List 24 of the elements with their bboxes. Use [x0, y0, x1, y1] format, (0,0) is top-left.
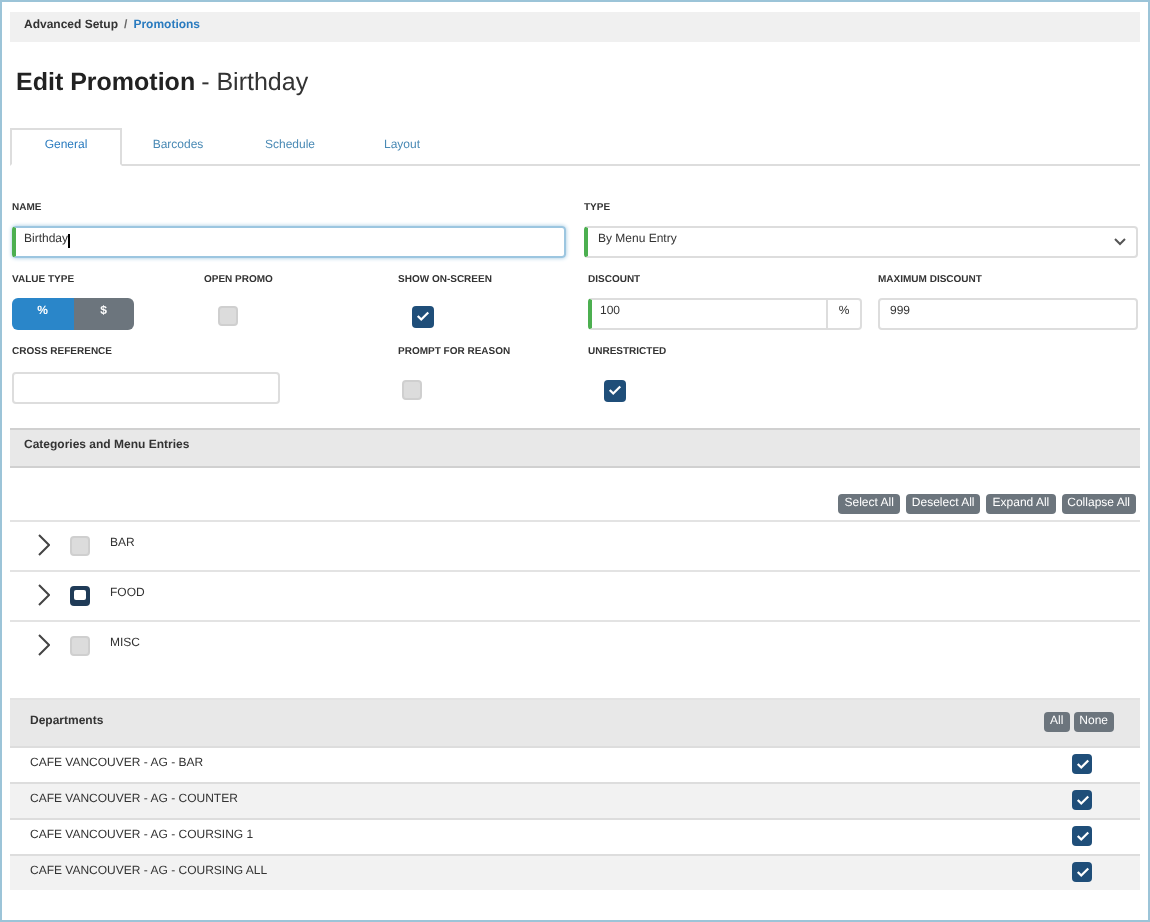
checkmark-icon	[1075, 794, 1089, 806]
checkbox[interactable]	[70, 635, 90, 655]
checkbox[interactable]	[402, 379, 422, 399]
cross-reference-input[interactable]	[12, 371, 280, 403]
chevron-right-icon[interactable]	[38, 534, 50, 556]
chevron-right-icon[interactable]	[38, 634, 50, 656]
checkmark-icon	[1075, 758, 1089, 770]
checkmark-icon	[1075, 830, 1089, 842]
checkbox[interactable]	[70, 585, 90, 605]
checkbox[interactable]	[70, 535, 90, 555]
checkbox[interactable]	[412, 305, 434, 327]
checkmark-icon	[1075, 866, 1089, 878]
checkbox[interactable]	[1072, 754, 1092, 774]
chevron-right-icon[interactable]	[38, 584, 50, 606]
checkmark-icon	[608, 384, 622, 396]
checkbox[interactable]	[604, 379, 626, 401]
page-title: Edit Promotion	[16, 70, 196, 95]
checkmark-icon	[416, 310, 430, 322]
checkbox[interactable]	[218, 305, 238, 325]
checkbox[interactable]	[1072, 790, 1092, 810]
checkbox[interactable]	[1072, 826, 1092, 846]
page-subtitle: - Birthday	[201, 70, 309, 95]
chevron-down-icon	[1114, 237, 1126, 245]
checkbox[interactable]	[1072, 862, 1092, 882]
